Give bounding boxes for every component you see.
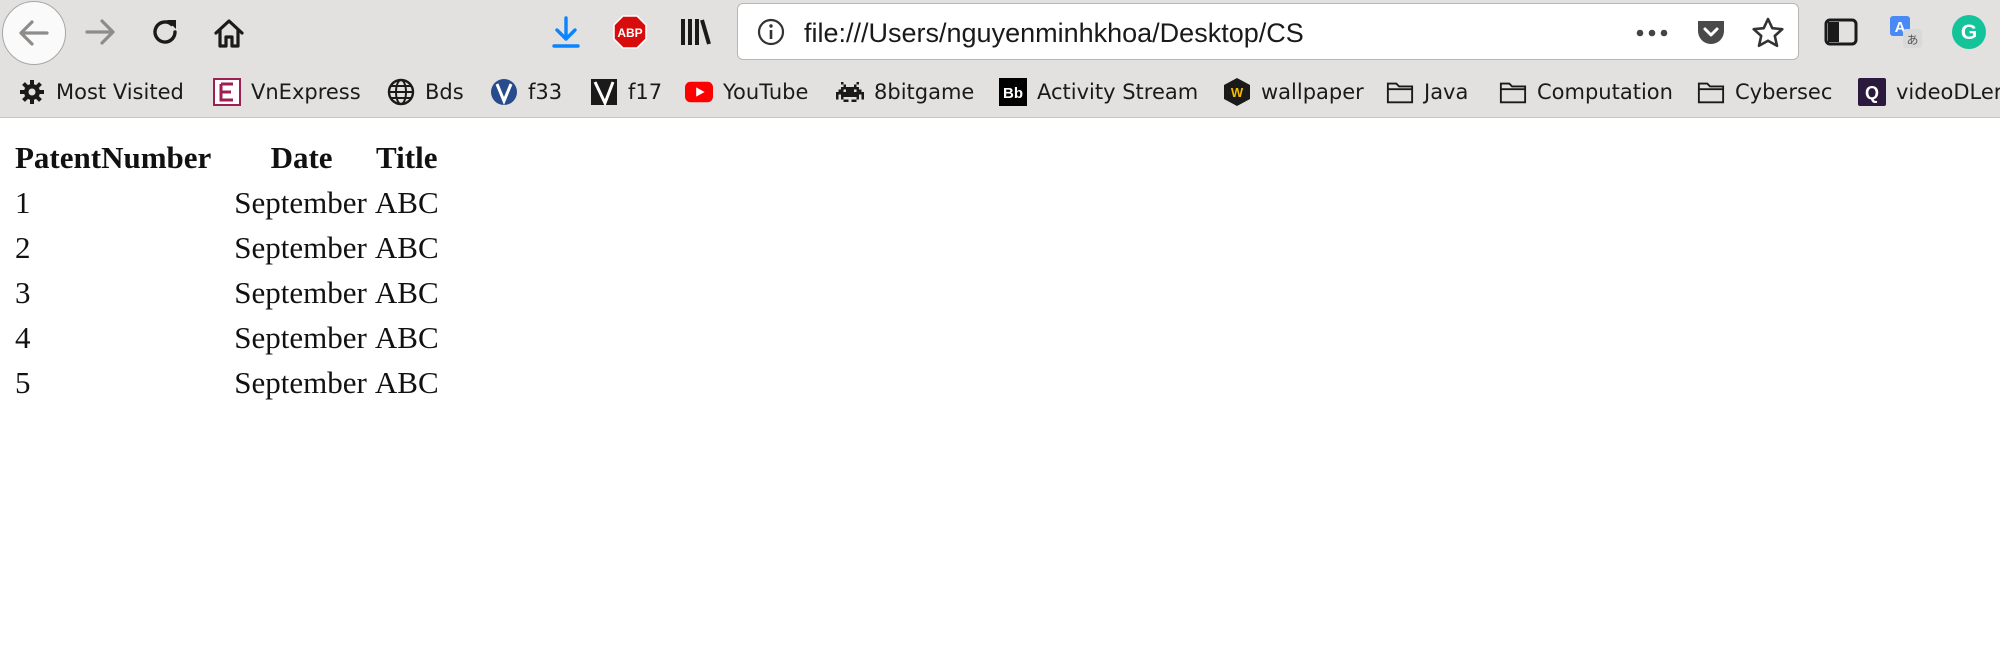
home-icon: [214, 19, 244, 48]
column-header-date: Date: [270, 140, 333, 175]
bookmark-wallpaper[interactable]: W wallpaper: [1223, 74, 1364, 110]
title-cell: ABC: [374, 275, 439, 310]
bookmark-label: 8bitgame: [874, 80, 975, 104]
globe-icon: [387, 78, 415, 106]
svg-text:あ: あ: [1906, 33, 1918, 47]
back-button[interactable]: [2, 1, 66, 65]
bookmark-label: Bds: [425, 80, 464, 104]
quora-icon: Q: [1858, 78, 1886, 106]
bookmarks-toolbar: Most Visited VnExpress Bds f33 f17 YouTu…: [0, 66, 2000, 118]
folder-icon: [1386, 78, 1414, 106]
column-header-patent-number: PatentNumber: [15, 140, 212, 175]
table-row: 3 September ABC: [14, 275, 440, 311]
date-cell: September: [234, 320, 367, 355]
bookmark-label: f33: [528, 80, 563, 104]
download-button[interactable]: [546, 12, 586, 52]
bookmark-most-visited[interactable]: Most Visited: [18, 74, 184, 110]
title-cell: ABC: [374, 320, 439, 355]
bookmark-label: YouTube: [723, 80, 809, 104]
bookmark-youtube[interactable]: YouTube: [685, 74, 808, 110]
svg-text:G: G: [1961, 21, 1977, 44]
table-header-row: PatentNumber Date Title: [14, 140, 440, 176]
column-header-title: Title: [376, 140, 438, 175]
translate-button[interactable]: A あ: [1886, 12, 1926, 52]
page-actions-icon[interactable]: [1634, 18, 1670, 48]
table-row: 1 September ABC: [14, 185, 440, 221]
grammarly-button[interactable]: G: [1949, 12, 1989, 52]
bookmark-bds[interactable]: Bds: [387, 74, 464, 110]
sidebar-icon: [1824, 18, 1858, 46]
bookmark-8bitgame[interactable]: 8bitgame: [836, 74, 974, 110]
bookmark-f33[interactable]: f33: [490, 74, 562, 110]
table-row: 4 September ABC: [14, 320, 440, 356]
date-cell: September: [234, 365, 367, 400]
reload-icon: [153, 20, 177, 44]
sidebar-toggle-button[interactable]: [1822, 14, 1860, 50]
bookmark-vnexpress[interactable]: VnExpress: [213, 74, 361, 110]
title-cell: ABC: [374, 365, 439, 400]
folder-icon: [1697, 78, 1725, 106]
library-button[interactable]: [674, 12, 716, 52]
patent-number-cell: 1: [15, 185, 31, 220]
bookmark-label: Cybersec: [1735, 80, 1833, 104]
bookmark-label: Most Visited: [56, 80, 184, 104]
page-content: PatentNumber Date Title 1 September ABC …: [0, 119, 2000, 646]
grammarly-icon: G: [1952, 15, 1986, 49]
title-cell: ABC: [374, 185, 439, 220]
date-cell: September: [234, 275, 367, 310]
svg-text:Bb: Bb: [1003, 85, 1023, 102]
bookmark-f17[interactable]: f17: [590, 74, 662, 110]
home-button[interactable]: [208, 12, 250, 54]
bookmark-label: videoDLer: [1896, 80, 2000, 104]
title-cell: ABC: [374, 230, 439, 265]
gear-icon: [18, 78, 46, 106]
bookmark-label: VnExpress: [251, 80, 361, 104]
patent-number-cell: 3: [15, 275, 31, 310]
bookmark-label: Computation: [1537, 80, 1673, 104]
adblock-plus-icon: ABP: [613, 15, 647, 49]
forward-button[interactable]: [80, 12, 120, 52]
library-icon: [681, 19, 711, 45]
patent-table: PatentNumber Date Title 1 September ABC …: [8, 131, 446, 410]
patent-number-cell: 5: [15, 365, 31, 400]
bookmark-cybersec[interactable]: Cybersec: [1697, 74, 1832, 110]
f33-icon: [490, 78, 518, 106]
patent-number-cell: 4: [15, 320, 31, 355]
arrow-left-icon: [19, 20, 49, 46]
svg-text:W: W: [1231, 85, 1244, 100]
bookmark-label: Activity Stream: [1037, 80, 1199, 104]
address-bar[interactable]: file:///Users/nguyenminhkhoa/Desktop/CS …: [737, 3, 1799, 60]
svg-text:ABP: ABP: [617, 26, 642, 40]
vnexpress-icon: [213, 78, 241, 106]
patent-number-cell: 2: [15, 230, 31, 265]
date-cell: September: [234, 230, 367, 265]
bookmark-label: Java: [1424, 80, 1469, 104]
folder-icon: [1499, 78, 1527, 106]
invader-icon: [836, 78, 864, 106]
bookmark-label: wallpaper: [1261, 80, 1364, 104]
wallpaper-icon: W: [1223, 78, 1251, 106]
svg-text:Q: Q: [1865, 83, 1879, 103]
f17-icon: [590, 78, 618, 106]
pocket-icon[interactable]: [1694, 16, 1728, 50]
blackboard-icon: Bb: [999, 78, 1027, 106]
youtube-icon: [685, 78, 713, 106]
download-icon: [552, 16, 580, 48]
date-cell: September: [234, 185, 367, 220]
bookmark-computation[interactable]: Computation: [1499, 74, 1673, 110]
adblock-plus-button[interactable]: ABP: [610, 12, 650, 52]
reload-button[interactable]: [145, 12, 185, 52]
url-text[interactable]: file:///Users/nguyenminhkhoa/Desktop/CS …: [804, 17, 1308, 49]
table-row: 2 September ABC: [14, 230, 440, 266]
arrow-right-icon: [85, 19, 115, 45]
bookmark-label: f17: [628, 80, 663, 104]
translate-icon: A あ: [1890, 16, 1922, 48]
bookmark-videodler[interactable]: Q videoDLer: [1858, 74, 2000, 110]
bookmark-activity-stream[interactable]: Bb Activity Stream: [999, 74, 1198, 110]
bookmark-java[interactable]: Java: [1386, 74, 1468, 110]
browser-toolbar: ABP file:///Users/nguyenminhkhoa/Desktop…: [0, 0, 2000, 66]
bookmark-star-icon[interactable]: [1750, 15, 1786, 51]
site-info-icon[interactable]: [756, 17, 786, 47]
table-row: 5 September ABC: [14, 365, 440, 401]
